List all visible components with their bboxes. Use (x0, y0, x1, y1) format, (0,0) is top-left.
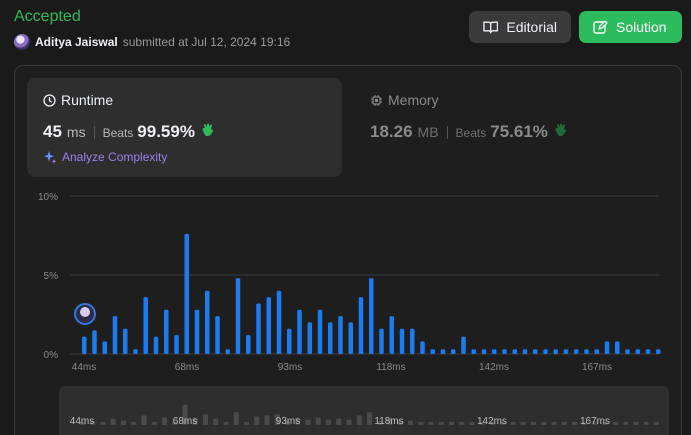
mini-bar (305, 419, 311, 425)
mini-bar (254, 416, 260, 425)
mini-bar (428, 422, 434, 425)
mini-bar (151, 422, 157, 425)
mini-x-tick-label: 142ms (477, 416, 507, 427)
mini-bar (100, 422, 106, 425)
mini-bar (315, 417, 321, 425)
mini-bar (449, 422, 454, 425)
mini-bar (623, 422, 629, 425)
mini-x-tick-label: 68ms (173, 416, 197, 427)
mini-bar (469, 422, 475, 425)
mini-bar (264, 415, 270, 425)
mini-bar (418, 422, 424, 425)
mini-bar (233, 412, 239, 425)
range-slider-chart[interactable]: 44ms 68ms 93ms 118ms 142ms 167ms (0, 0, 691, 435)
mini-bar (110, 418, 116, 425)
mini-bar (613, 422, 618, 425)
mini-bar (141, 415, 147, 425)
mini-bar (572, 422, 577, 425)
mini-x-tick-label: 167ms (580, 416, 610, 427)
mini-bar (438, 422, 444, 425)
mini-bar (346, 419, 352, 425)
mini-bar (367, 412, 372, 425)
mini-bar (162, 417, 167, 425)
mini-x-tick-label: 44ms (70, 416, 94, 427)
mini-bar (561, 422, 567, 425)
mini-bar (643, 422, 649, 425)
mini-bar (408, 420, 413, 425)
mini-bar (520, 422, 526, 425)
mini-bar (551, 422, 557, 425)
mini-bar (131, 422, 137, 425)
mini-bar (633, 422, 639, 425)
mini-bar (121, 420, 126, 425)
mini-x-tick-label: 93ms (276, 416, 300, 427)
mini-bar (326, 419, 331, 425)
mini-bar (459, 422, 465, 425)
mini-bar (213, 418, 219, 425)
mini-x-tick-label: 118ms (374, 416, 403, 427)
mini-bar (510, 422, 516, 425)
mini-bar (541, 422, 547, 425)
mini-bar (244, 421, 249, 425)
mini-bar (356, 415, 362, 425)
mini-bar (223, 422, 229, 425)
mini-bar (203, 414, 208, 425)
mini-bar (336, 418, 342, 425)
mini-bar (531, 422, 536, 425)
mini-bar (654, 422, 659, 425)
